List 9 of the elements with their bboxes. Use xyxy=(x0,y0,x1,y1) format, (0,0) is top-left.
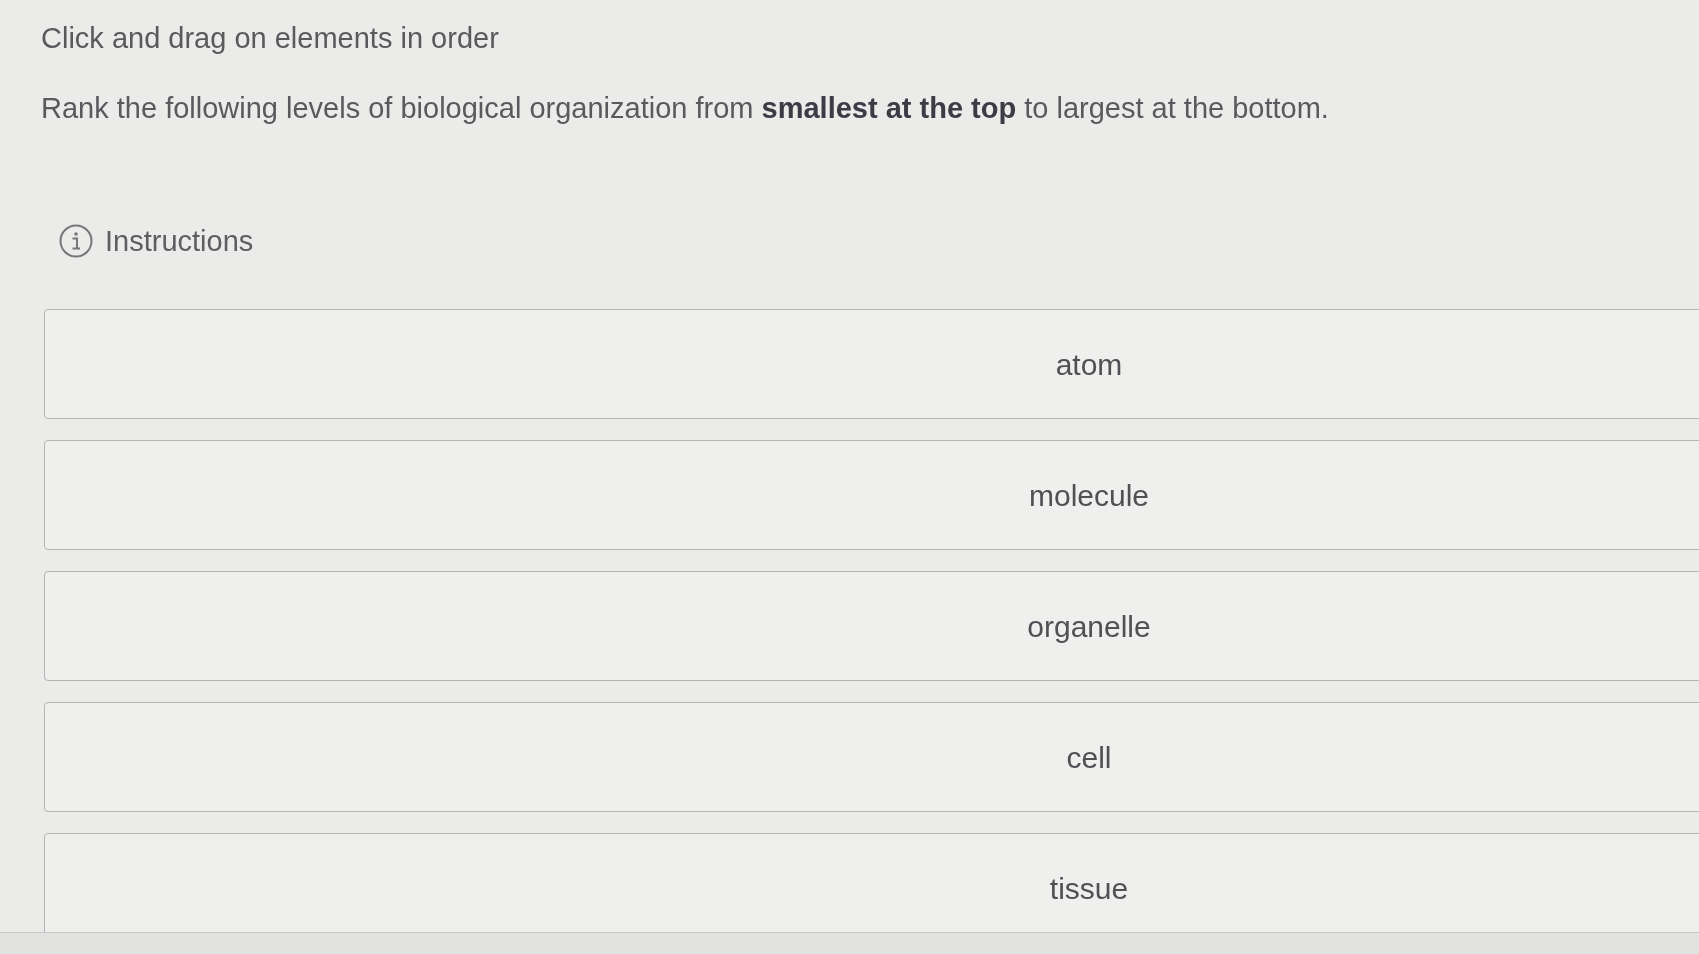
draggable-item[interactable]: tissue xyxy=(44,833,1699,932)
draggable-item[interactable]: cell xyxy=(44,702,1699,812)
instruction-heading: Click and drag on elements in order xyxy=(41,21,499,56)
draggable-item[interactable]: organelle xyxy=(44,571,1699,681)
draggable-item[interactable]: atom xyxy=(44,309,1699,419)
draggable-item[interactable]: molecule xyxy=(44,440,1699,550)
info-icon xyxy=(59,224,93,258)
instructions-link[interactable]: Instructions xyxy=(105,223,254,259)
question-text: Rank the following levels of biological organization from smallest at the top to largest at the bottom. xyxy=(41,91,1329,126)
